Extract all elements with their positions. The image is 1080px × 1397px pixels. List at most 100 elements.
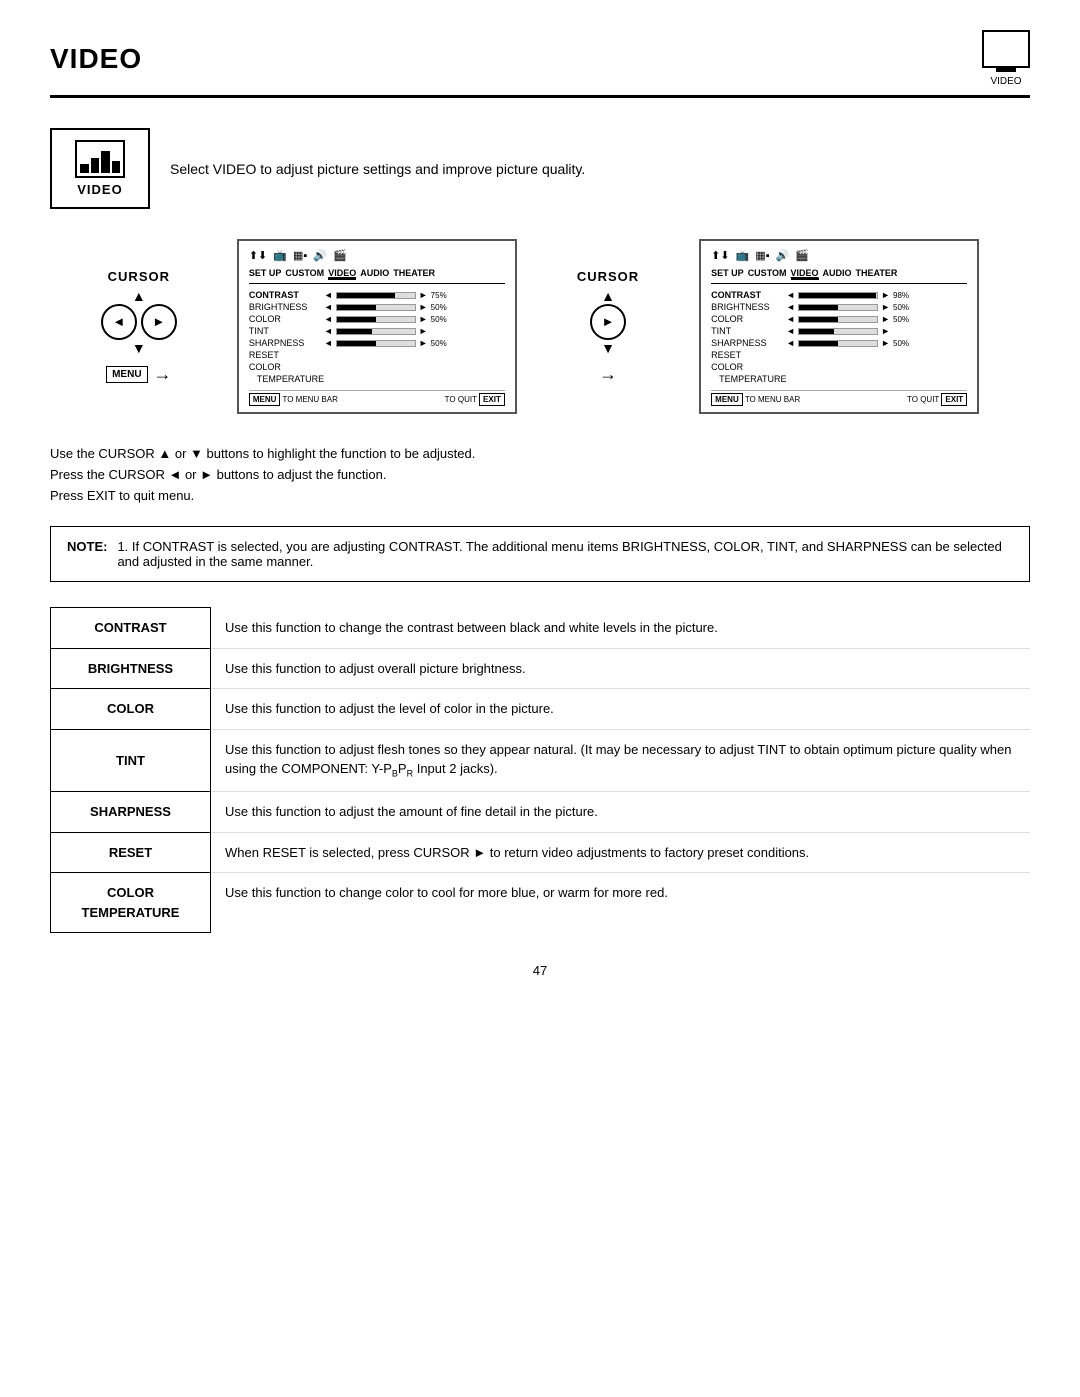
bar-value-contrast-1: 75% — [431, 291, 459, 300]
menu-bottom-right-2: TO QUIT EXIT — [907, 395, 967, 404]
left-diagram-row: ▲ ◄ ► ▼ — [101, 288, 177, 356]
cursor-control-left: ▲ ◄ ► ▼ — [101, 288, 177, 356]
row-label-tint-2: TINT — [711, 326, 786, 336]
row-bar-color-1: ◄ ► 50% — [324, 314, 505, 324]
bar-track-contrast-2 — [798, 292, 878, 299]
func-desc-contrast: Use this function to change the contrast… — [211, 608, 1031, 649]
bar-fill-tint-1 — [337, 329, 372, 334]
row-bar-sharpness-2: ◄ ► 50% — [786, 338, 967, 348]
func-label-reset: RESET — [51, 832, 211, 873]
row-label-reset-2: RESET — [711, 350, 786, 360]
nav-icon-video-2: ▦▪ — [755, 249, 769, 262]
nav-icon-theater-2: 🎬 — [795, 249, 809, 262]
exit-btn-tag-2: EXIT — [941, 393, 967, 406]
exit-btn-tag-1: EXIT — [479, 393, 505, 406]
bar-value-contrast-2: 98% — [893, 291, 921, 300]
bar-track-tint-2 — [798, 328, 878, 335]
table-row-color: COLOR Use this function to adjust the le… — [51, 689, 1031, 730]
bar-track-brightness-1 — [336, 304, 416, 311]
cursor-left-circle: ◄ — [101, 304, 137, 340]
nav-theater-2: THEATER — [856, 268, 898, 280]
menu-row-contrast-2: CONTRAST ◄ ► 98% — [711, 290, 967, 300]
nav-setup-1: SET UP — [249, 268, 282, 280]
cursor-down-arrow: ▼ — [132, 340, 146, 356]
menu-row-color-1: COLOR ◄ ► 50% — [249, 314, 505, 324]
func-desc-tint: Use this function to adjust flesh tones … — [211, 729, 1031, 792]
bar-chart-icon — [80, 151, 120, 173]
left-diagram: CURSOR ▲ ◄ ► ▼ MENU → — [101, 269, 177, 385]
video-icon-inner — [75, 140, 125, 178]
func-label-color: COLOR — [51, 689, 211, 730]
instruction-1: Use the CURSOR ▲ or ▼ buttons to highlig… — [50, 444, 1030, 465]
menu-row-contrast-1: CONTRAST ◄ ► 75% — [249, 290, 505, 300]
row-bar-brightness-2: ◄ ► 50% — [786, 302, 967, 312]
bar-fill-contrast-2 — [799, 293, 875, 298]
cursor-lr-row: ◄ ► — [101, 304, 177, 340]
func-label-sharpness: SHARPNESS — [51, 792, 211, 833]
menu-tag-row: MENU → — [106, 364, 171, 385]
nav-theater-1: THEATER — [393, 268, 435, 280]
arrow-right-to-screen2: → — [599, 364, 617, 385]
row-bar-brightness-1: ◄ ► 50% — [324, 302, 505, 312]
row-label-temperature-2: TEMPERATURE — [711, 374, 786, 384]
arrow-left-contrast-1: ◄ — [324, 290, 333, 300]
row-label-tint-1: TINT — [249, 326, 324, 336]
row-bar-sharpness-1: ◄ ► 50% — [324, 338, 505, 348]
right-cursor: CURSOR ▲ ► ▼ → — [577, 269, 639, 385]
cursor-right-only: ► — [590, 304, 626, 340]
menu-btn-tag-2: MENU — [711, 393, 743, 406]
cursor-label-left: CURSOR — [108, 269, 170, 284]
note-content: 1. If CONTRAST is selected, you are adju… — [117, 539, 1013, 569]
function-table: CONTRAST Use this function to change the… — [50, 607, 1030, 933]
bar-track-contrast-1 — [336, 292, 416, 299]
menu-nav-bar-1: SET UP CUSTOM VIDEO AUDIO THEATER — [249, 268, 505, 284]
nav-custom-2: CUSTOM — [748, 268, 787, 280]
func-desc-reset: When RESET is selected, press CURSOR ► t… — [211, 832, 1031, 873]
header-icon-label: VIDEO — [990, 76, 1021, 87]
row-label-color-2: COLOR — [711, 314, 786, 324]
menu-bottom-2: MENU TO MENU BAR TO QUIT EXIT — [711, 390, 967, 404]
row-label-contrast-1: CONTRAST — [249, 290, 324, 300]
bar-fill-sharpness-1 — [337, 341, 376, 346]
row-label-sharpness-1: SHARPNESS — [249, 338, 324, 348]
header-icon: VIDEO — [982, 30, 1030, 87]
func-label-contrast: CONTRAST — [51, 608, 211, 649]
row-label-brightness-2: BRIGHTNESS — [711, 302, 786, 312]
menu-top-icons-1: ⬆⬇ 📺 ▦▪ 🔊 🎬 — [249, 249, 505, 262]
cursor-up-right: ▲ — [601, 288, 615, 304]
menu-row-reset-1: RESET — [249, 350, 505, 360]
menu-tag-label: MENU — [106, 366, 147, 383]
cursor-right-circle: ► — [141, 304, 177, 340]
row-label-reset-1: RESET — [249, 350, 324, 360]
menu-bottom-1: MENU TO MENU BAR TO QUIT EXIT — [249, 390, 505, 404]
bar-track-color-1 — [336, 316, 416, 323]
bar-value-color-2: 50% — [893, 315, 921, 324]
cursor-down-right: ▼ — [601, 340, 615, 356]
cursor-label-right: CURSOR — [577, 269, 639, 284]
row-label-colortemp-1: COLOR — [249, 362, 324, 372]
video-icon-box: VIDEO — [50, 128, 150, 209]
nav-icon-arrows-2: ⬆⬇ — [711, 249, 729, 262]
nav-icon-video: ▦▪ — [293, 249, 307, 262]
bar-value-brightness-1: 50% — [431, 303, 459, 312]
func-desc-brightness: Use this function to adjust overall pict… — [211, 648, 1031, 689]
page-title: VIDEO — [50, 43, 142, 75]
nav-icon-theater: 🎬 — [333, 249, 347, 262]
menu-row-tint-2: TINT ◄ ► — [711, 326, 967, 336]
cursor-up-arrow: ▲ — [132, 288, 146, 304]
nav-video-2: VIDEO — [791, 268, 819, 280]
row-label-color-1: COLOR — [249, 314, 324, 324]
menu-bottom-right-1: TO QUIT EXIT — [445, 395, 505, 404]
nav-icon-audio-2: 🔊 — [776, 249, 790, 262]
menu-row-sharpness-1: SHARPNESS ◄ ► 50% — [249, 338, 505, 348]
row-label-brightness-1: BRIGHTNESS — [249, 302, 324, 312]
menu-screen-1: ⬆⬇ 📺 ▦▪ 🔊 🎬 SET UP CUSTOM VIDEO AUDIO TH… — [237, 239, 517, 414]
nav-icon-audio: 🔊 — [313, 249, 327, 262]
menu-row-color-2: COLOR ◄ ► 50% — [711, 314, 967, 324]
func-desc-color: Use this function to adjust the level of… — [211, 689, 1031, 730]
video-icon-header — [982, 30, 1030, 68]
row-label-contrast-2: CONTRAST — [711, 290, 786, 300]
bar-track-sharpness-1 — [336, 340, 416, 347]
func-desc-sharpness: Use this function to adjust the amount o… — [211, 792, 1031, 833]
table-row-sharpness: SHARPNESS Use this function to adjust th… — [51, 792, 1031, 833]
